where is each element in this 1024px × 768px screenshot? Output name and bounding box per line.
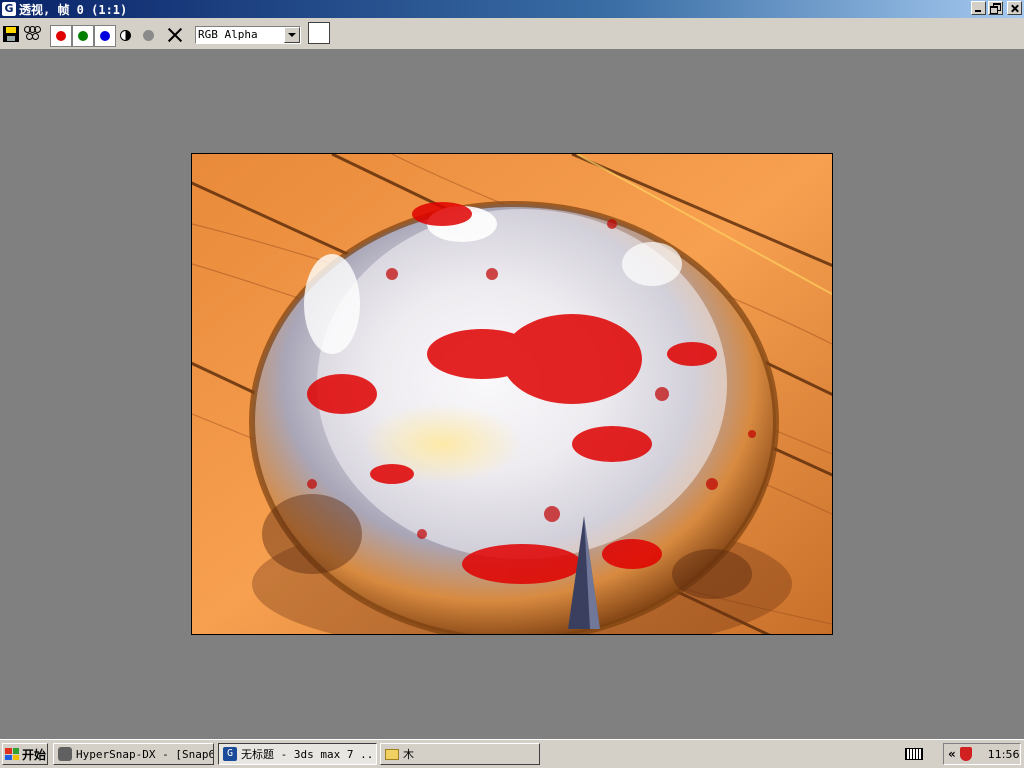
window-controls <box>971 1 1022 15</box>
window-title: 透视, 帧 0 (1:1) <box>19 2 128 17</box>
taskbar-item-3dsmax[interactable]: G 无标题 - 3ds max 7 ... <box>218 743 377 765</box>
minimize-button[interactable] <box>971 1 986 15</box>
clock[interactable]: 11:56 <box>988 748 1020 761</box>
title-bar[interactable]: G 透视, 帧 0 (1:1) <box>0 0 1024 18</box>
red-channel-button[interactable] <box>50 25 72 47</box>
taskbar-item-hypersnap[interactable]: HyperSnap-DX - [Snap6] <box>53 743 214 765</box>
security-shield-icon[interactable] <box>959 747 972 761</box>
start-button[interactable]: 开始 <box>2 743 48 765</box>
taskbar-item-label: 无标题 - 3ds max 7 ... <box>241 748 377 761</box>
green-channel-button[interactable] <box>72 25 94 47</box>
3dsmax-icon: G <box>223 747 237 761</box>
chevron-down-icon[interactable] <box>284 27 300 43</box>
folder-icon <box>385 748 399 760</box>
windows-logo-icon <box>5 748 19 760</box>
taskbar-item-label: HyperSnap-DX - [Snap6] <box>76 747 214 761</box>
channel-select[interactable]: RGB Alpha <box>195 26 301 44</box>
system-tray: « 11:56 <box>943 743 1021 765</box>
save-icon[interactable] <box>3 26 19 42</box>
3dsmax-app-icon[interactable]: G <box>2 2 16 16</box>
chevron-left-icon[interactable]: « <box>948 747 956 761</box>
taskbar-item-folder[interactable]: 木 <box>380 743 540 765</box>
clear-icon[interactable] <box>166 26 184 44</box>
blue-channel-button[interactable] <box>94 25 116 47</box>
taskbar: 开始 HyperSnap-DX - [Snap6] G 无标题 - 3ds ma… <box>0 739 1024 768</box>
color-swatch[interactable] <box>308 22 330 44</box>
alpha-icon[interactable] <box>120 30 131 41</box>
rendered-image <box>191 153 833 635</box>
blue-channel-icon <box>100 31 110 41</box>
restore-button[interactable] <box>988 1 1003 15</box>
start-label: 开始 <box>22 747 47 762</box>
frame-buffer-toolbar: RGB Alpha <box>0 18 1024 50</box>
keyboard-icon[interactable] <box>905 748 923 760</box>
hypersnap-icon <box>58 747 72 761</box>
clone-icon[interactable] <box>24 26 42 42</box>
monochrome-icon[interactable] <box>143 30 154 41</box>
channel-select-value: RGB Alpha <box>198 28 258 41</box>
close-button[interactable] <box>1007 1 1022 15</box>
red-channel-icon <box>56 31 66 41</box>
taskbar-item-label: 木 <box>403 748 414 761</box>
green-channel-icon <box>78 31 88 41</box>
render-artwork <box>192 154 832 634</box>
